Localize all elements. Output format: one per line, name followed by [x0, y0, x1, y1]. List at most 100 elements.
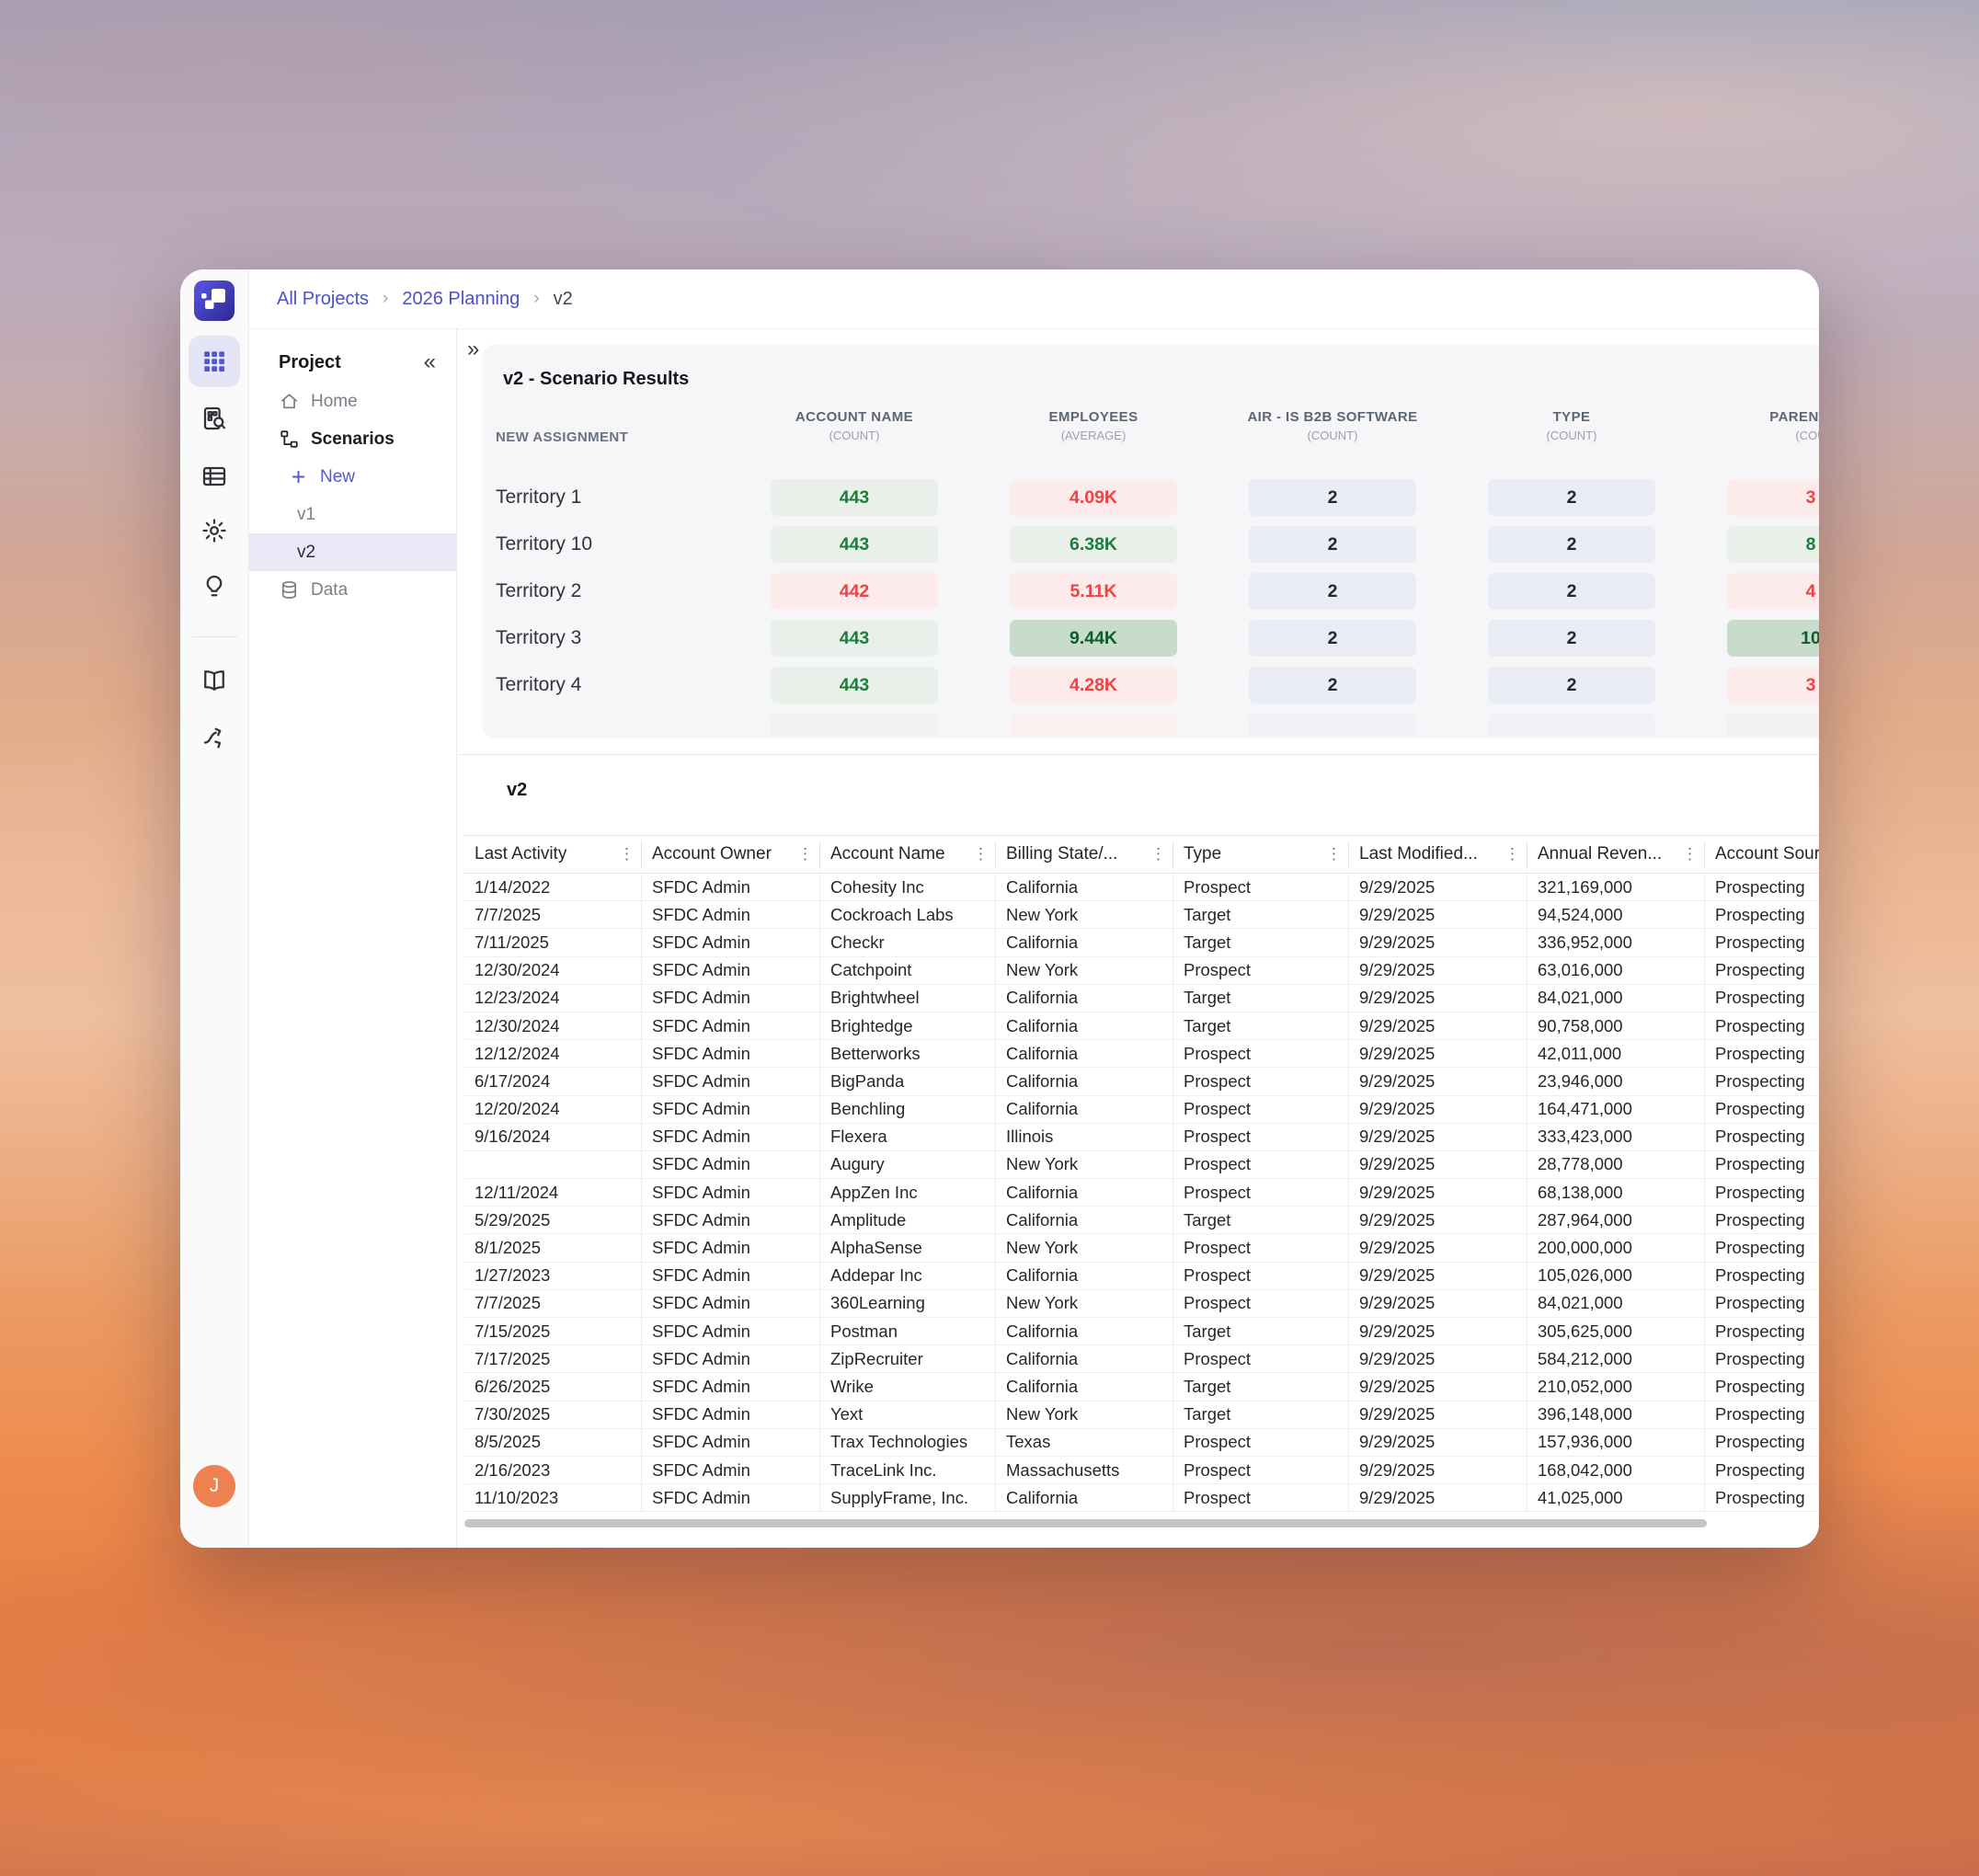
accounts-table: Last Activity⋮Account Owner⋮Account Name… — [464, 835, 1819, 1512]
user-avatar[interactable]: J — [193, 1465, 235, 1507]
metric-cell: 3 — [1727, 667, 1819, 704]
table-cell: 84,021,000 — [1527, 985, 1704, 1012]
column-menu-icon[interactable]: ⋮ — [973, 850, 986, 860]
sidebar-item-v1[interactable]: v1 — [249, 496, 456, 533]
book-icon[interactable] — [189, 655, 240, 706]
table-cell: 7/7/2025 — [464, 901, 641, 928]
lightbulb-icon[interactable] — [189, 561, 240, 612]
sidebar-item-data[interactable]: Data — [249, 571, 456, 609]
breadcrumb-item[interactable]: All Projects — [277, 289, 369, 310]
sidebar-item-home[interactable]: Home — [249, 383, 456, 420]
app-logo[interactable] — [194, 280, 235, 321]
table-cell: SFDC Admin — [641, 1068, 819, 1094]
table-cell: SupplyFrame, Inc. — [819, 1484, 995, 1511]
table-cell: Prospecting — [1704, 1068, 1819, 1094]
table-cell: 9/29/2025 — [1348, 1207, 1527, 1233]
chevrons-right-icon[interactable]: » — [467, 338, 479, 360]
column-header-label: Last Modified... — [1359, 844, 1478, 864]
table-cell: 321,169,000 — [1527, 874, 1704, 900]
rail-divider — [192, 636, 237, 637]
table-cell: Cohesity Inc — [819, 874, 995, 900]
table-cell: Prospecting — [1704, 1096, 1819, 1123]
column-header-billing-state[interactable]: Billing State/...⋮ — [995, 841, 1173, 867]
table-cell: SFDC Admin — [641, 929, 819, 955]
column-header-last-modified[interactable]: Last Modified... ⋮ — [1348, 841, 1527, 867]
scenario-column-header: TYPE(COUNT) — [1461, 409, 1682, 442]
table-cell: Cockroach Labs — [819, 901, 995, 928]
table-row[interactable]: SFDC AdminAuguryNew YorkProspect9/29/202… — [464, 1151, 1819, 1179]
column-header-account-name[interactable]: Account Name⋮ — [819, 841, 995, 867]
table-row[interactable]: 7/7/2025SFDC AdminCockroach LabsNew York… — [464, 901, 1819, 929]
table-cell: Prospect — [1173, 1345, 1348, 1372]
gear-icon[interactable] — [189, 505, 240, 556]
table-row[interactable]: 7/15/2025SFDC AdminPostmanCaliforniaTarg… — [464, 1318, 1819, 1345]
sidebar-item-v2[interactable]: v2 — [249, 533, 456, 571]
table-row[interactable]: 12/30/2024SFDC AdminBrightedgeCalifornia… — [464, 1012, 1819, 1040]
column-aggregation: (COUNT) — [744, 429, 965, 442]
table-cell: Prospecting — [1704, 929, 1819, 955]
column-menu-icon[interactable]: ⋮ — [797, 850, 810, 860]
app-window: J All Projects›2026 Planning›v2 Project … — [180, 269, 1819, 1548]
table-cell: 9/29/2025 — [1348, 1318, 1527, 1344]
column-menu-icon[interactable]: ⋮ — [619, 850, 632, 860]
table-cell: 105,026,000 — [1527, 1263, 1704, 1289]
table-row[interactable]: 12/12/2024SFDC AdminBetterworksCaliforni… — [464, 1040, 1819, 1068]
table-row[interactable]: 1/14/2022SFDC AdminCohesity IncCaliforni… — [464, 874, 1819, 901]
sidebar-item-new[interactable]: New — [249, 458, 456, 496]
table-cell — [464, 1151, 641, 1178]
column-header-last-activity[interactable]: Last Activity⋮ — [464, 841, 641, 867]
table-cell: 360Learning — [819, 1290, 995, 1317]
metric-cell: 2 — [1249, 526, 1416, 563]
column-menu-icon[interactable]: ⋮ — [1682, 850, 1695, 860]
table-cell: California — [995, 1068, 1173, 1094]
table-cell: New York — [995, 1290, 1173, 1317]
column-menu-icon[interactable]: ⋮ — [1326, 850, 1339, 860]
table-row[interactable]: 8/5/2025SFDC AdminTrax TechnologiesTexas… — [464, 1429, 1819, 1457]
table-row[interactable]: 8/1/2025SFDC AdminAlphaSenseNew YorkPros… — [464, 1234, 1819, 1262]
table-row[interactable]: 12/23/2024SFDC AdminBrightwheelCaliforni… — [464, 985, 1819, 1012]
column-header-account-owner[interactable]: Account Owner⋮ — [641, 841, 819, 867]
table-row[interactable]: 6/17/2024SFDC AdminBigPandaCaliforniaPro… — [464, 1068, 1819, 1095]
table-row[interactable]: 5/29/2025SFDC AdminAmplitudeCaliforniaTa… — [464, 1207, 1819, 1234]
column-menu-icon[interactable]: ⋮ — [1150, 850, 1163, 860]
table-row[interactable]: 7/30/2025SFDC AdminYextNew YorkTarget9/2… — [464, 1401, 1819, 1429]
table-row[interactable]: 9/16/2024SFDC AdminFlexeraIllinoisProspe… — [464, 1124, 1819, 1151]
table-row[interactable]: 12/30/2024SFDC AdminCatchpointNew YorkPr… — [464, 957, 1819, 985]
table-row[interactable]: 11/10/2023SFDC AdminSupplyFrame, Inc.Cal… — [464, 1484, 1819, 1512]
column-aggregation: (COUNT) — [1461, 429, 1682, 442]
table-row[interactable]: 1/27/2023SFDC AdminAddepar IncCalifornia… — [464, 1263, 1819, 1290]
table-row[interactable]: 7/7/2025SFDC Admin360LearningNew YorkPro… — [464, 1290, 1819, 1318]
table-cell: 9/29/2025 — [1348, 1290, 1527, 1317]
horizontal-scrollbar[interactable] — [464, 1519, 1707, 1527]
column-header-type[interactable]: Type⋮ — [1173, 841, 1348, 867]
table-icon[interactable] — [189, 451, 240, 502]
breadcrumb-item[interactable]: 2026 Planning — [402, 289, 520, 310]
table-cell: SFDC Admin — [641, 1124, 819, 1150]
table-cell: SFDC Admin — [641, 1151, 819, 1178]
sidebar-item-scenarios[interactable]: Scenarios — [249, 420, 456, 458]
table-row[interactable]: 12/20/2024SFDC AdminBenchlingCaliforniaP… — [464, 1096, 1819, 1124]
chevrons-left-icon[interactable]: « — [424, 351, 436, 373]
table-cell: New York — [995, 901, 1173, 928]
table-row[interactable]: 7/17/2025SFDC AdminZipRecruiterCaliforni… — [464, 1345, 1819, 1373]
table-cell: Catchpoint — [819, 957, 995, 984]
table-cell: AppZen Inc — [819, 1179, 995, 1206]
column-header-account-sour[interactable]: Account Sour — [1704, 841, 1819, 867]
report-search-icon[interactable] — [189, 393, 240, 444]
share-route-icon[interactable] — [189, 711, 240, 762]
table-cell: SFDC Admin — [641, 1401, 819, 1428]
column-menu-icon[interactable]: ⋮ — [1504, 850, 1517, 860]
table-cell: 9/29/2025 — [1348, 1068, 1527, 1094]
table-cell: SFDC Admin — [641, 1012, 819, 1039]
column-header-annual-reven[interactable]: Annual Reven...⋮ — [1527, 841, 1704, 867]
table-cell: 9/29/2025 — [1348, 1401, 1527, 1428]
table-cell: 168,042,000 — [1527, 1457, 1704, 1483]
grid-icon[interactable] — [189, 336, 240, 387]
table-row[interactable]: 12/11/2024SFDC AdminAppZen IncCalifornia… — [464, 1179, 1819, 1207]
table-row[interactable]: 6/26/2025SFDC AdminWrikeCaliforniaTarget… — [464, 1373, 1819, 1401]
hierarchy-icon — [279, 429, 300, 450]
table-row[interactable]: 2/16/2023SFDC AdminTraceLink Inc.Massach… — [464, 1457, 1819, 1484]
table-row[interactable]: 7/11/2025SFDC AdminCheckrCaliforniaTarge… — [464, 929, 1819, 956]
table-cell: 1/27/2023 — [464, 1263, 641, 1289]
table-cell: 333,423,000 — [1527, 1124, 1704, 1150]
